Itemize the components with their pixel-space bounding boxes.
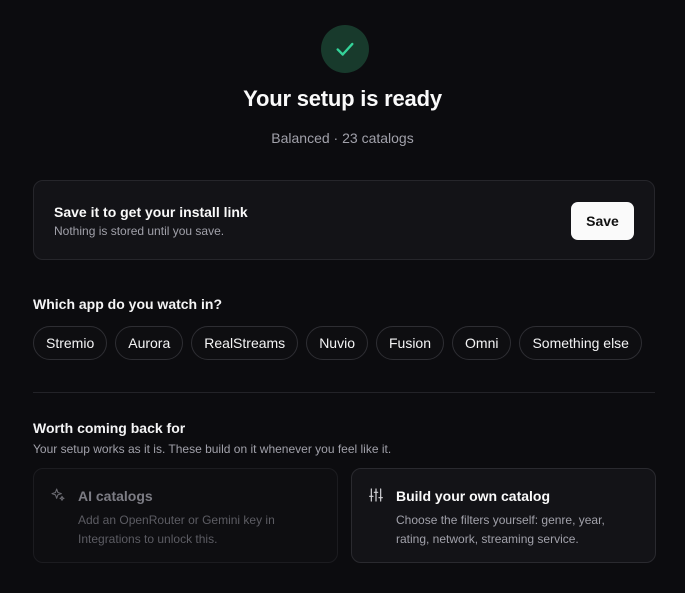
ai-catalogs-title: AI catalogs xyxy=(78,488,153,504)
build-catalog-description: Choose the filters yourself: genre, year… xyxy=(396,513,605,546)
app-question-label: Which app do you watch in? xyxy=(33,296,222,312)
extras-title: Worth coming back for xyxy=(33,420,186,436)
build-catalog-title: Build your own catalog xyxy=(396,488,551,504)
app-option-omni[interactable]: Omni xyxy=(452,326,512,360)
build-catalog-card[interactable]: Build your own catalog Choose the filter… xyxy=(351,468,656,563)
app-option-realstreams[interactable]: RealStreams xyxy=(191,326,299,360)
success-badge xyxy=(321,25,369,73)
page-title: Your setup is ready xyxy=(243,86,442,111)
save-button[interactable]: Save xyxy=(571,202,634,240)
ai-catalogs-description: Add an OpenRouter or Gemini key in Integ… xyxy=(78,513,275,546)
save-card-subtitle: Nothing is stored until you save. xyxy=(54,224,225,238)
extras-subtitle: Your setup works as it is. These build o… xyxy=(33,442,392,456)
save-card-title: Save it to get your install link xyxy=(54,204,248,220)
check-icon xyxy=(336,42,354,56)
sliders-icon xyxy=(369,488,383,502)
app-option-nuvio[interactable]: Nuvio xyxy=(306,326,368,360)
app-options: Stremio Aurora RealStreams Nuvio Fusion … xyxy=(33,326,642,360)
ai-catalogs-card: AI catalogs Add an OpenRouter or Gemini … xyxy=(33,468,338,563)
section-divider xyxy=(33,392,655,393)
app-option-something-else[interactable]: Something else xyxy=(519,326,642,360)
save-card: Save it to get your install link Nothing… xyxy=(33,180,655,260)
setup-summary: Balanced · 23 catalogs xyxy=(271,130,414,146)
app-option-stremio[interactable]: Stremio xyxy=(33,326,108,360)
sparkles-icon xyxy=(51,488,65,501)
app-option-fusion[interactable]: Fusion xyxy=(375,326,445,360)
app-option-aurora[interactable]: Aurora xyxy=(115,326,184,360)
